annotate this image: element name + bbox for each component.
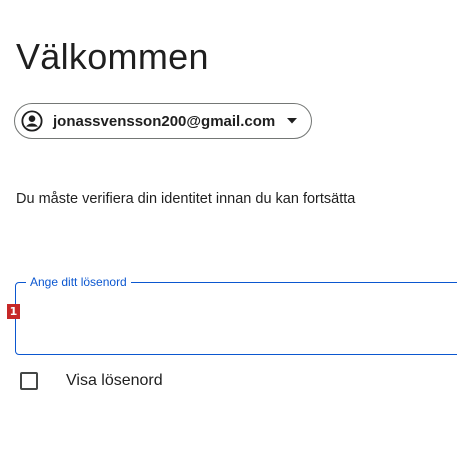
show-password-checkbox[interactable] (20, 372, 38, 390)
account-circle-icon (21, 110, 43, 132)
account-chip-button[interactable]: jonassvensson200@gmail.com (14, 103, 313, 139)
signin-page: Välkommen jonassvensson200@gmail.com Du … (0, 0, 457, 456)
page-title: Välkommen (16, 36, 209, 77)
dropdown-caret-icon (287, 118, 298, 124)
password-field-label: Ange ditt lösenord (30, 275, 127, 289)
password-field-outline: Ange ditt lösenord (15, 276, 457, 355)
show-password-toggle[interactable]: Visa lösenord (20, 372, 163, 390)
show-password-label: Visa lösenord (66, 372, 163, 389)
element-marker-badge: 1 (7, 304, 20, 319)
verification-info-text: Du måste verifiera din identitet innan d… (16, 191, 356, 207)
password-input[interactable] (16, 302, 457, 352)
account-email: jonassvensson200@gmail.com (53, 112, 276, 130)
